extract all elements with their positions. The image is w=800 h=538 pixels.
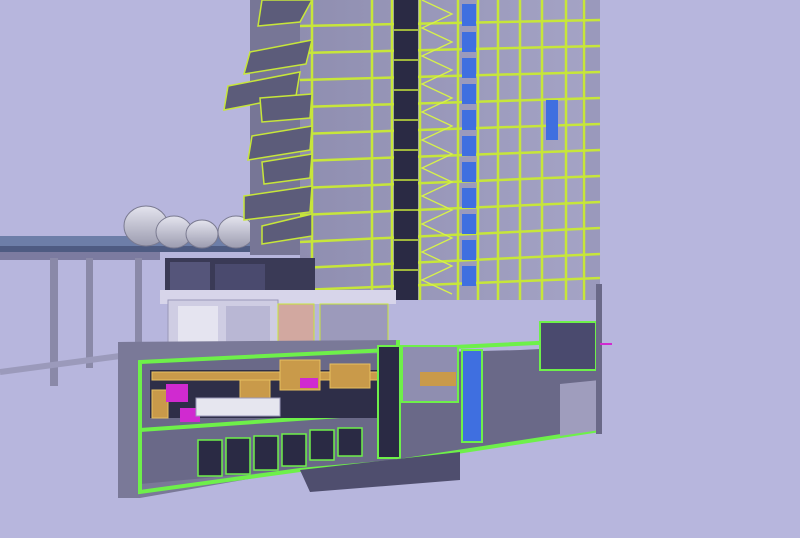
3d-model-viewport[interactable] xyxy=(0,0,800,538)
dome-tank-icon xyxy=(217,215,255,249)
equipment-skid xyxy=(195,397,281,417)
tower-edge xyxy=(596,284,602,434)
column-icon xyxy=(86,258,93,368)
building-model-scene[interactable] xyxy=(0,0,800,538)
balcony-icon xyxy=(259,93,313,123)
tower[interactable] xyxy=(223,0,601,300)
dome-tank-icon xyxy=(185,219,219,249)
column-icon xyxy=(135,258,142,350)
